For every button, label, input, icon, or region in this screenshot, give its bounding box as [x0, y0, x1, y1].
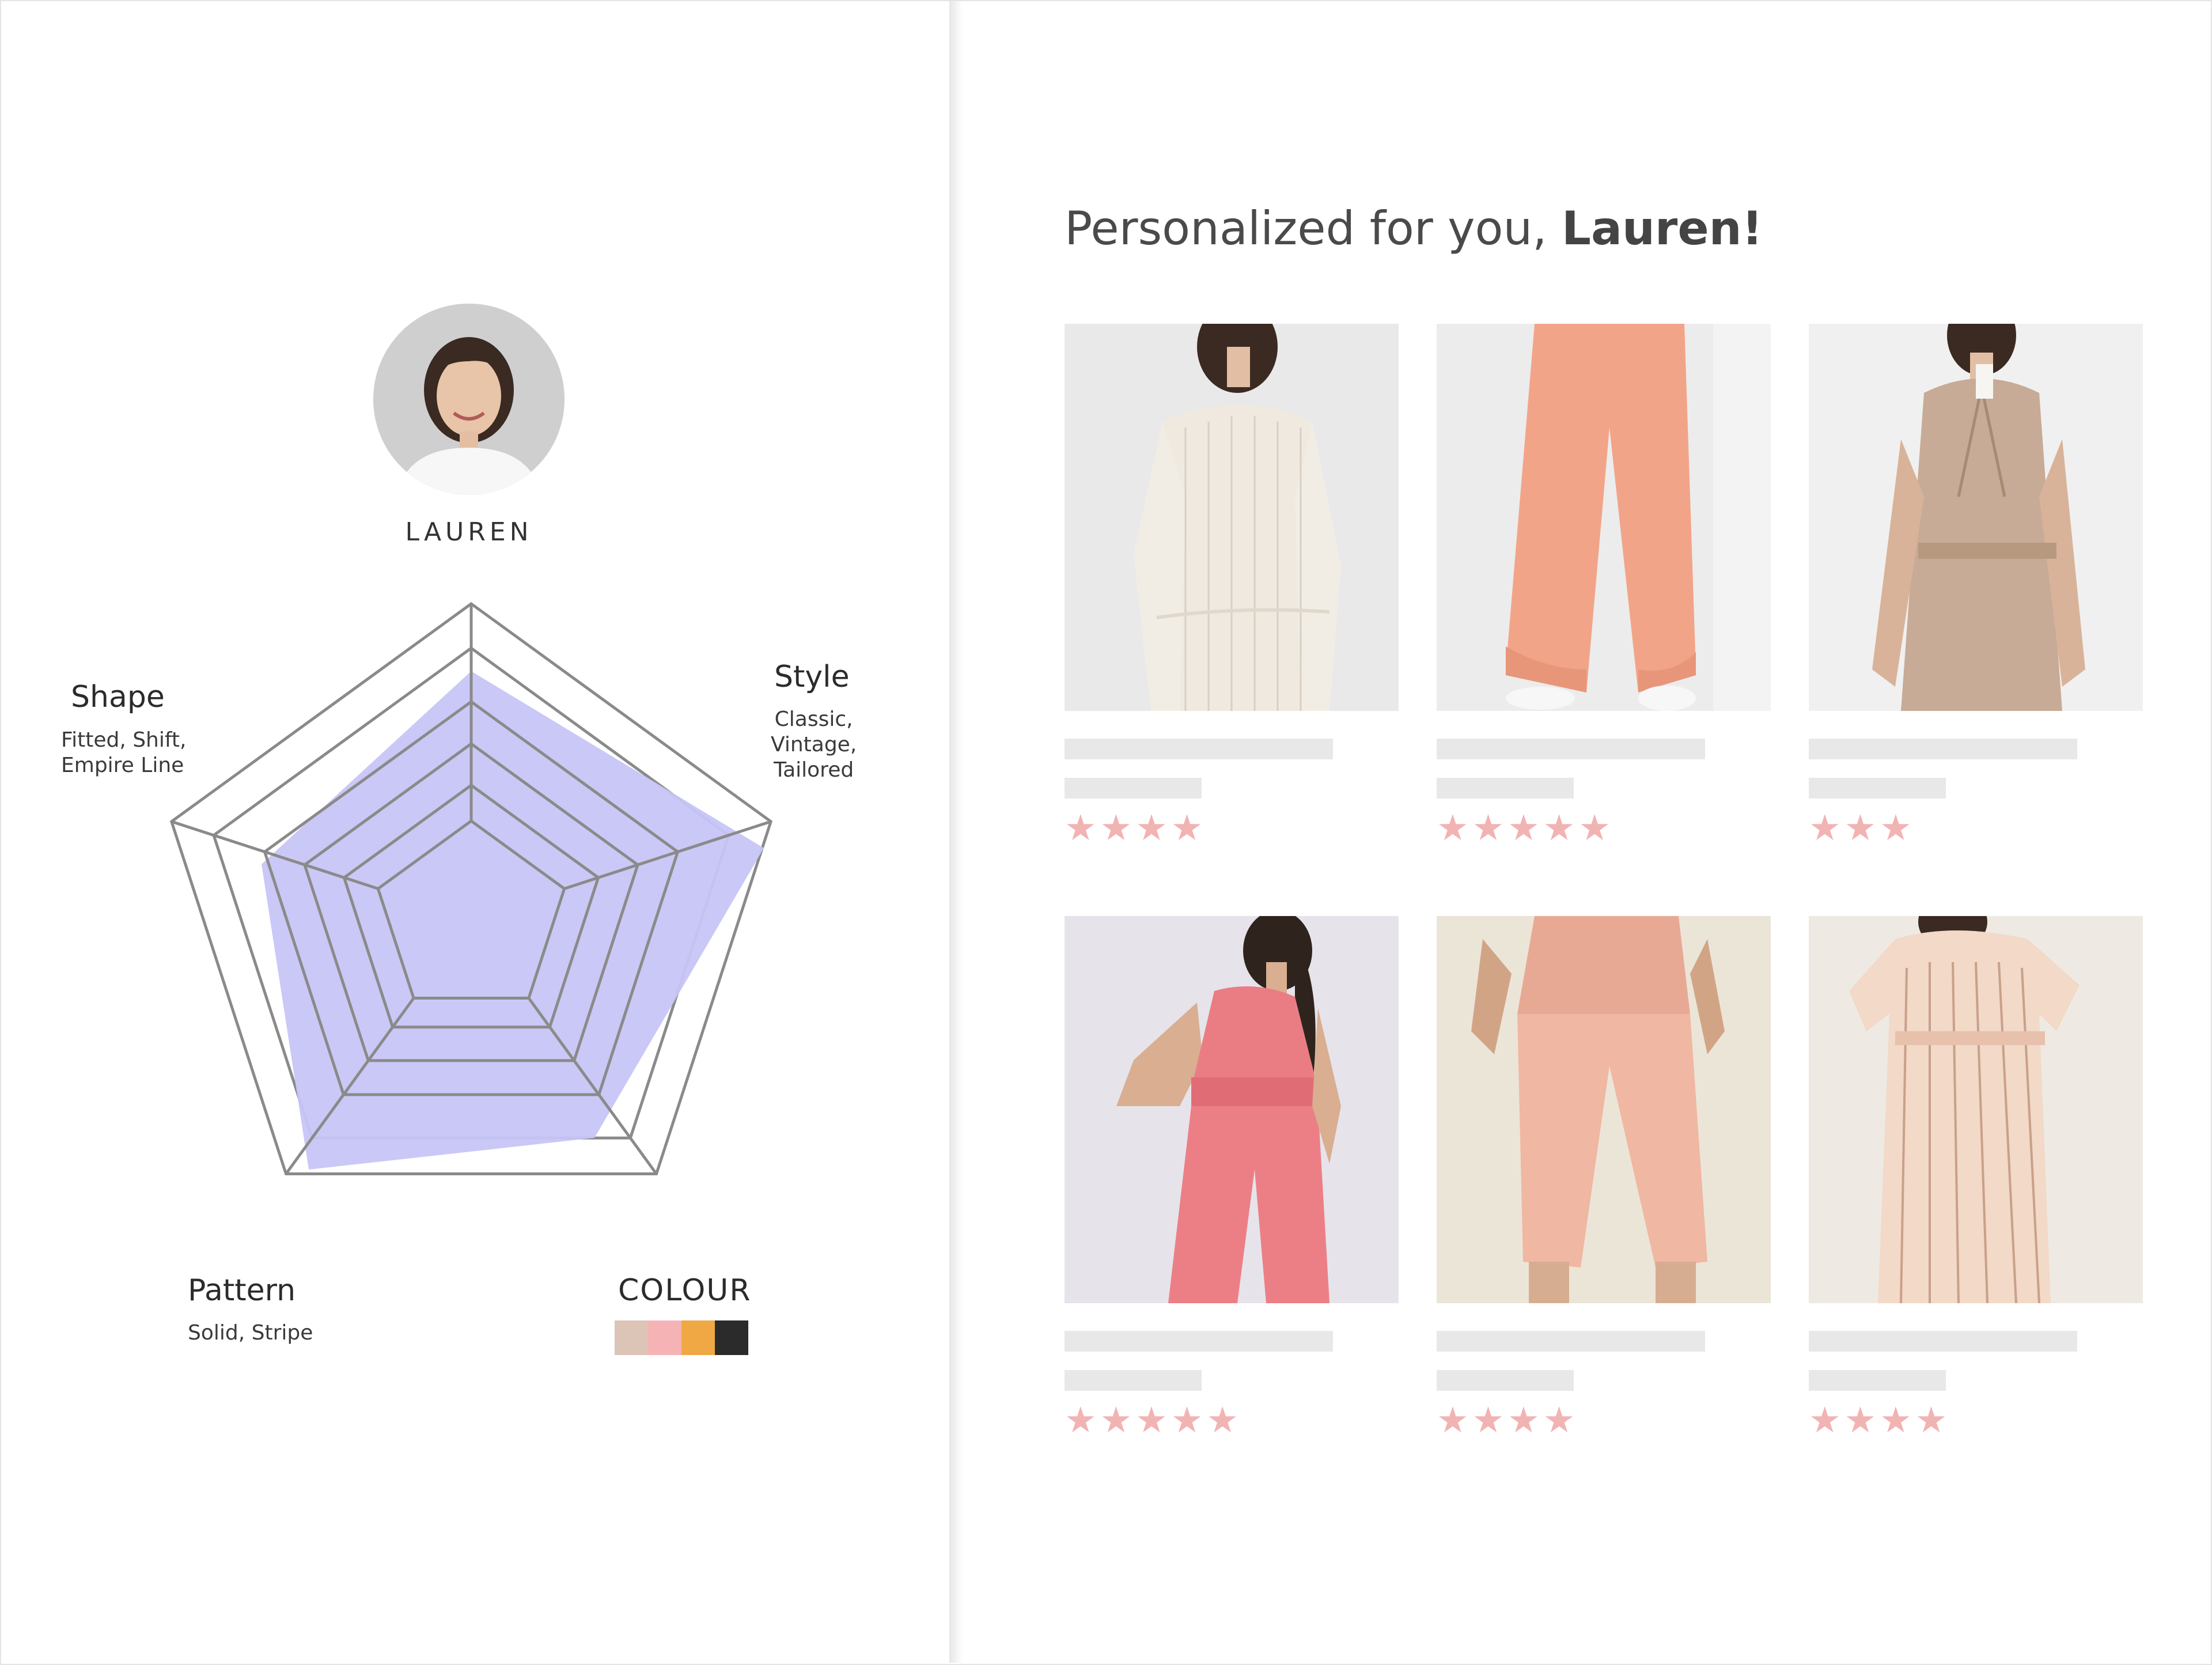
product-card[interactable]: ★★★★	[1809, 916, 2143, 1441]
style-detail-line: Classic,	[774, 707, 853, 731]
product-image[interactable]	[1065, 916, 1399, 1303]
shape-axis-title: Shape	[71, 680, 165, 714]
product-title-placeholder	[1809, 739, 2077, 759]
product-title-placeholder	[1809, 1331, 2077, 1352]
product-image[interactable]	[1809, 916, 2143, 1303]
product-card[interactable]: ★★★★★	[1065, 916, 1399, 1441]
product-image[interactable]	[1065, 324, 1399, 711]
style-detail-line: Tailored	[774, 758, 854, 782]
colour-swatches	[615, 1320, 748, 1355]
product-card[interactable]: ★★★★	[1065, 324, 1399, 849]
product-image[interactable]	[1809, 324, 2143, 711]
panel-divider	[949, 1, 963, 1663]
product-price-placeholder	[1065, 1370, 1202, 1391]
colour-axis-title: COLOUR	[618, 1273, 752, 1308]
shape-detail-line: Fitted, Shift,	[61, 728, 187, 752]
product-price-placeholder	[1437, 778, 1574, 799]
star-rating: ★★★★★	[1437, 807, 1614, 849]
product-price-placeholder	[1437, 1370, 1574, 1391]
pattern-detail-line: Solid, Stripe	[188, 1321, 313, 1345]
product-title-placeholder	[1437, 739, 1705, 759]
style-axis-detail: Classic, Vintage, Tailored	[771, 707, 857, 783]
style-axis-title: Style	[774, 660, 850, 694]
pattern-axis-title: Pattern	[188, 1273, 296, 1308]
star-rating: ★★★	[1809, 807, 1915, 849]
product-card[interactable]: ★★★	[1809, 324, 2143, 849]
colour-swatch[interactable]	[648, 1320, 681, 1355]
product-title-placeholder	[1065, 739, 1333, 759]
product-card[interactable]: ★★★★★	[1437, 324, 1771, 849]
pattern-axis-detail: Solid, Stripe	[188, 1320, 313, 1346]
style-detail-line: Vintage,	[771, 733, 857, 756]
star-rating: ★★★★	[1809, 1399, 1951, 1441]
product-image[interactable]	[1437, 916, 1771, 1303]
colour-swatch[interactable]	[681, 1320, 715, 1355]
shape-detail-line: Empire Line	[61, 754, 184, 777]
product-price-placeholder	[1065, 778, 1202, 799]
star-rating: ★★★★	[1065, 807, 1207, 849]
page-title: Personalized for you, Lauren!	[1065, 202, 1763, 255]
product-price-placeholder	[1809, 778, 1946, 799]
shape-axis-detail: Fitted, Shift, Empire Line	[61, 728, 186, 778]
star-rating: ★★★★★	[1065, 1399, 1242, 1441]
heading-user-name: Lauren!	[1562, 202, 1763, 255]
colour-swatch[interactable]	[715, 1320, 748, 1355]
product-title-placeholder	[1437, 1331, 1705, 1352]
product-title-placeholder	[1065, 1331, 1333, 1352]
product-price-placeholder	[1809, 1370, 1946, 1391]
style-radar-chart	[169, 601, 773, 1175]
colour-swatch[interactable]	[615, 1320, 648, 1355]
star-rating: ★★★★	[1437, 1399, 1579, 1441]
product-image[interactable]	[1437, 324, 1771, 711]
heading-prefix: Personalized for you,	[1065, 202, 1562, 255]
product-card[interactable]: ★★★★	[1437, 916, 1771, 1441]
